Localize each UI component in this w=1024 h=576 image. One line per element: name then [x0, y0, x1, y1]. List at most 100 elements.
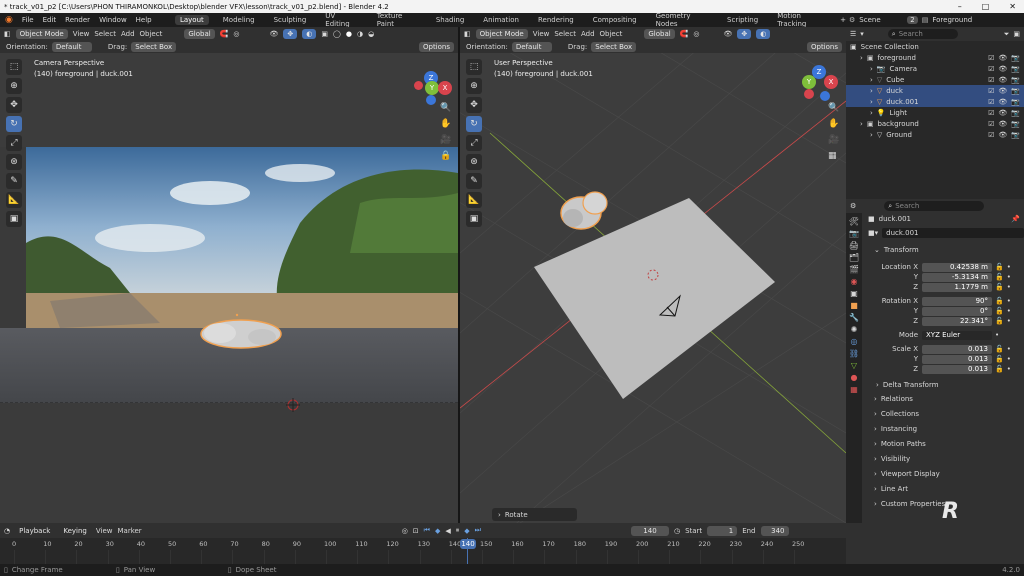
- measure-tool-icon[interactable]: 📐: [6, 192, 22, 208]
- keyframe-dot-icon[interactable]: •: [1004, 283, 1011, 291]
- keying-menu[interactable]: Keying: [59, 526, 91, 536]
- right-viewport[interactable]: User Perspective (140) foreground | duck…: [460, 53, 846, 523]
- view-layer-tab-icon[interactable]: 🗂: [849, 253, 859, 262]
- location-y-field[interactable]: -5.3134 m: [922, 272, 992, 282]
- next-keyframe-icon[interactable]: ◆: [464, 527, 469, 535]
- panel-header[interactable]: › Relations: [866, 392, 1022, 406]
- eye-icon[interactable]: 👁: [998, 54, 1007, 62]
- gizmo-x-neg[interactable]: [414, 81, 423, 90]
- checkbox-icon[interactable]: ☑: [988, 87, 994, 95]
- auto-key-icon[interactable]: ◎: [402, 527, 408, 535]
- maximize-button[interactable]: □: [982, 2, 990, 11]
- xray-icon[interactable]: ▣: [321, 30, 328, 38]
- scene-name[interactable]: Scene: [859, 16, 903, 24]
- camera-view-icon[interactable]: 🎥: [440, 135, 451, 145]
- right-nav-gizmo[interactable]: Z Y X: [802, 65, 838, 107]
- output-tab-icon[interactable]: 🖨: [849, 241, 859, 250]
- expand-arrow-icon[interactable]: ›: [860, 120, 863, 128]
- start-frame-field[interactable]: 1: [707, 525, 738, 536]
- checkbox-icon[interactable]: ☑: [988, 65, 994, 73]
- right-menu-object[interactable]: Object: [600, 30, 623, 38]
- outliner-type-icon[interactable]: ☰: [850, 30, 856, 38]
- scale-y-field[interactable]: 0.013: [922, 354, 992, 364]
- right-orient-dropdown[interactable]: Global: [644, 29, 675, 39]
- render-camera-icon[interactable]: 📷: [1011, 109, 1024, 117]
- rotation-z-field[interactable]: 22.341°: [922, 316, 992, 326]
- select-box-tool-icon-r[interactable]: ⬚: [466, 59, 482, 75]
- rotation-x-field[interactable]: 90°: [922, 296, 992, 306]
- menu-file[interactable]: File: [22, 16, 34, 24]
- zoom-icon-r[interactable]: 🔍: [828, 103, 839, 113]
- location-x-field[interactable]: 0.42538 m: [922, 262, 992, 272]
- timeline-view-menu[interactable]: View: [96, 527, 113, 535]
- overlay-toggle-icon-right[interactable]: ◐: [756, 29, 771, 39]
- properties-type-icon[interactable]: ⚙: [850, 202, 856, 210]
- shading-wire-icon[interactable]: ◯: [333, 30, 341, 38]
- overlay-toggle-icon[interactable]: ◐: [302, 29, 317, 39]
- move-tool-icon-r[interactable]: ✥: [466, 97, 482, 113]
- tab-sculpting[interactable]: Sculpting: [269, 15, 312, 25]
- gizmo-y-axis-r[interactable]: Y: [802, 75, 816, 89]
- rotation-mode-dropdown[interactable]: XYZ Euler: [922, 330, 992, 340]
- keyframe-dot-icon[interactable]: •: [1004, 297, 1011, 305]
- lock-icon[interactable]: 🔓: [992, 355, 1004, 363]
- expand-arrow-icon[interactable]: ›: [870, 87, 873, 95]
- render-camera-icon[interactable]: 📷: [1011, 76, 1024, 84]
- eye-icon[interactable]: 👁: [998, 120, 1007, 128]
- tab-shading[interactable]: Shading: [431, 15, 469, 25]
- right-menu-select[interactable]: Select: [554, 30, 576, 38]
- playhead-frame[interactable]: 140: [460, 539, 476, 549]
- modifier-tab-icon[interactable]: 🔧: [849, 313, 859, 322]
- expand-arrow-icon[interactable]: ›: [870, 98, 873, 106]
- lock-icon[interactable]: 🔓: [992, 345, 1004, 353]
- left-mode-dropdown[interactable]: Object Mode: [15, 29, 68, 39]
- object-tab-icon[interactable]: ■: [850, 301, 858, 310]
- display-mode-icon[interactable]: ▾: [860, 30, 864, 38]
- outliner-row[interactable]: › ▽ duck ☑ 👁 📷: [846, 85, 1024, 96]
- add-cube-tool-icon[interactable]: ▣: [6, 211, 22, 227]
- eye-icon[interactable]: 👁: [998, 76, 1007, 84]
- menu-help[interactable]: Help: [136, 16, 152, 24]
- checkbox-icon[interactable]: ☑: [988, 120, 994, 128]
- menu-render[interactable]: Render: [65, 16, 90, 24]
- world-tab-icon[interactable]: ◉: [851, 277, 858, 286]
- left-options-button[interactable]: Options: [418, 42, 454, 52]
- pan-hand-icon[interactable]: ✋: [440, 119, 451, 129]
- rotate-tool-icon[interactable]: ↻: [6, 116, 22, 132]
- close-button[interactable]: ✕: [1009, 2, 1016, 11]
- zoom-icon[interactable]: 🔍: [440, 103, 451, 113]
- right-options-button[interactable]: Options: [806, 42, 842, 52]
- timeline-marker-menu[interactable]: Marker: [117, 527, 141, 535]
- transform-tool-icon-r[interactable]: ⊛: [466, 154, 482, 170]
- cursor-tool-icon[interactable]: ⊕: [6, 78, 22, 94]
- checkbox-icon[interactable]: ☑: [988, 109, 994, 117]
- particles-tab-icon[interactable]: ✺: [851, 325, 858, 334]
- shading-render-icon[interactable]: ◒: [368, 30, 374, 38]
- panel-header[interactable]: › Collections: [866, 407, 1022, 421]
- eye-icon[interactable]: 👁: [998, 131, 1007, 139]
- lock-camera-icon[interactable]: 🔒: [440, 151, 451, 161]
- checkbox-icon[interactable]: ☑: [988, 54, 994, 62]
- expand-arrow-icon[interactable]: ›: [870, 109, 873, 117]
- preview-range-icon[interactable]: ◷: [674, 527, 680, 535]
- left-menu-select[interactable]: Select: [94, 30, 116, 38]
- checkbox-icon[interactable]: ☑: [988, 98, 994, 106]
- lock-icon[interactable]: 🔓: [992, 297, 1004, 305]
- outliner-row[interactable]: › ▽ Cube ☑ 👁 📷: [846, 74, 1024, 85]
- outliner-row[interactable]: › 📷 Camera ☑ 👁 📷: [846, 63, 1024, 74]
- visibility-icon-right[interactable]: 👁: [724, 30, 733, 38]
- timeline-type-icon[interactable]: ◔: [4, 527, 10, 535]
- texture-tab-icon[interactable]: ▦: [850, 385, 858, 394]
- left-viewport[interactable]: Camera Perspective (140) foreground | du…: [0, 53, 458, 523]
- lock-icon[interactable]: 🔓: [992, 263, 1004, 271]
- tab-layout[interactable]: Layout: [174, 14, 209, 25]
- editor-type-icon[interactable]: ◧: [4, 30, 11, 38]
- right-mode-dropdown[interactable]: Object Mode: [475, 29, 528, 39]
- tab-compositing[interactable]: Compositing: [588, 15, 642, 25]
- render-camera-icon[interactable]: 📷: [1011, 120, 1024, 128]
- keyframe-dot-icon[interactable]: •: [1004, 307, 1011, 315]
- transform-tool-icon[interactable]: ⊛: [6, 154, 22, 170]
- camera-view-icon-r[interactable]: 🎥: [828, 135, 839, 145]
- constraints-tab-icon[interactable]: ⛓: [849, 349, 859, 358]
- panel-header[interactable]: › Visibility: [866, 452, 1022, 466]
